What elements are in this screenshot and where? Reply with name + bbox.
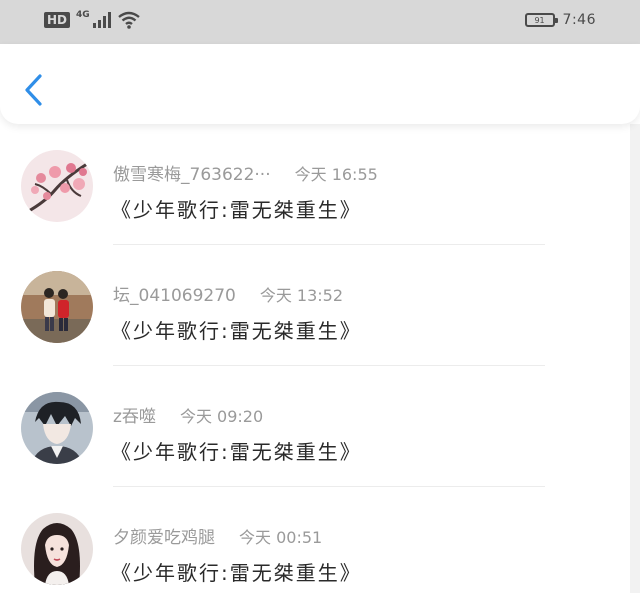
comment-meta: 傲雪寒梅_763622··· 今天 16:55 (113, 160, 378, 185)
username[interactable]: 坛_041069270 (113, 281, 236, 306)
username[interactable]: z吞噬 (113, 402, 156, 427)
book-title[interactable]: 《少年歌行:雷无桀重生》 (111, 315, 362, 344)
list-item[interactable]: z吞噬 今天 09:20 《少年歌行:雷无桀重生》 (0, 366, 630, 487)
book-title[interactable]: 《少年歌行:雷无桀重生》 (111, 557, 362, 586)
list-item[interactable]: 傲雪寒梅_763622··· 今天 16:55 《少年歌行:雷无桀重生》 (0, 124, 630, 245)
clock: 7:46 (562, 12, 596, 28)
timestamp: 今天 09:20 (179, 407, 264, 426)
scroll-gutter (630, 124, 640, 593)
list-item[interactable]: 坛_041069270 今天 13:52 《少年歌行:雷无桀重生》 (0, 245, 630, 366)
girl-portrait-avatar (21, 513, 93, 585)
avatar (21, 150, 93, 222)
comment-meta: z吞噬 今天 09:20 (113, 402, 263, 427)
comment-list: 傲雪寒梅_763622··· 今天 16:55 《少年歌行:雷无桀重生》 坛_0… (0, 124, 640, 593)
book-title[interactable]: 《少年歌行:雷无桀重生》 (111, 436, 362, 465)
comment-meta: 坛_041069270 今天 13:52 (113, 281, 343, 306)
chevron-left-icon[interactable] (20, 72, 48, 108)
avatar (21, 392, 93, 464)
book-title[interactable]: 《少年歌行:雷无桀重生》 (111, 194, 362, 223)
username[interactable]: 夕颜爱吃鸡腿 (113, 523, 215, 548)
plum-blossom-avatar (21, 150, 93, 222)
avatar (21, 513, 93, 585)
avatar (21, 271, 93, 343)
timestamp: 今天 16:55 (294, 165, 378, 184)
timestamp: 今天 13:52 (259, 286, 344, 305)
hd-icon: HD (44, 12, 71, 28)
list-item[interactable]: 夕颜爱吃鸡腿 今天 00:51 《少年歌行:雷无桀重生》 (0, 487, 630, 608)
status-bar: HD 4G 91 7:46 (0, 0, 640, 44)
anime-boy-avatar (21, 392, 93, 464)
status-right: 91 7:46 (524, 12, 596, 28)
couple-photo-avatar (21, 271, 93, 343)
timestamp: 今天 00:51 (239, 528, 323, 547)
network-type: 4G (76, 10, 90, 20)
signal-icon (92, 12, 111, 28)
battery-level: 91 (534, 15, 545, 25)
battery-icon: 91 (524, 13, 558, 27)
nav-header (0, 44, 640, 124)
status-left: HD 4G (44, 10, 141, 29)
username[interactable]: 傲雪寒梅_763622··· (113, 160, 271, 185)
comment-meta: 夕颜爱吃鸡腿 今天 00:51 (113, 523, 322, 548)
wifi-icon (117, 11, 140, 29)
